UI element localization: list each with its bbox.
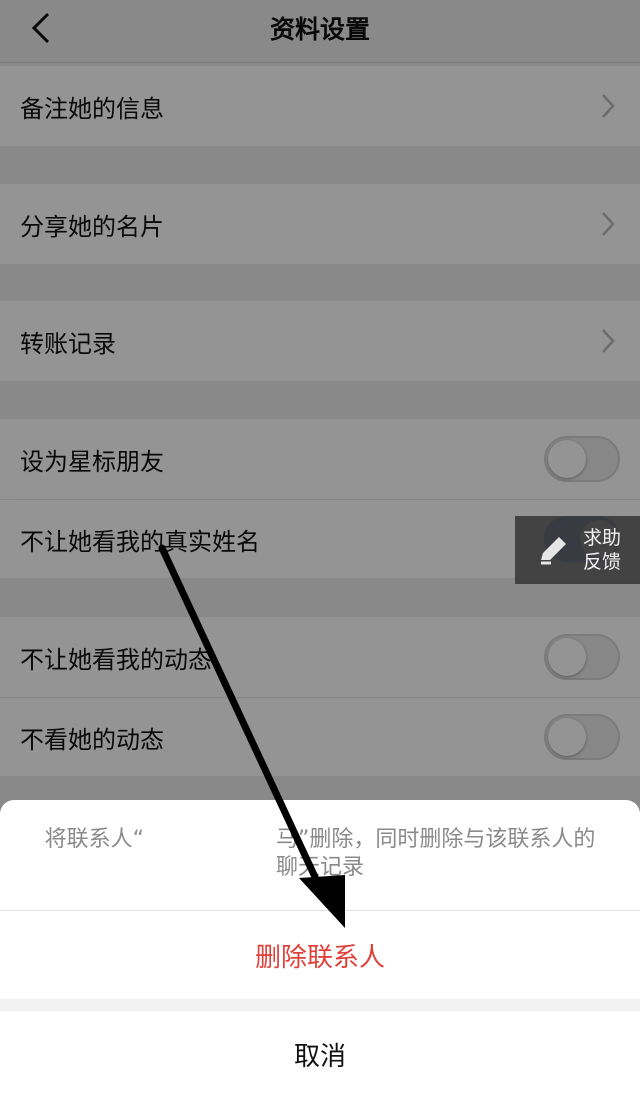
- help-label-line2: 反馈: [583, 551, 622, 573]
- divider: [0, 999, 640, 1011]
- action-sheet: 将联系人“ 马”删除，同时删除与该联系人的聊天记录 删除联系人 取消: [0, 800, 640, 1097]
- help-label-line1: 求助: [583, 527, 622, 549]
- pen-icon: [541, 537, 566, 565]
- delete-confirm-message: 将联系人“ 马”删除，同时删除与该联系人的聊天记录: [44, 827, 596, 880]
- delete-contact-button[interactable]: 删除联系人: [0, 911, 640, 999]
- cancel-button[interactable]: 取消: [0, 1011, 640, 1097]
- help-feedback-button[interactable]: 求助 反馈: [515, 516, 640, 584]
